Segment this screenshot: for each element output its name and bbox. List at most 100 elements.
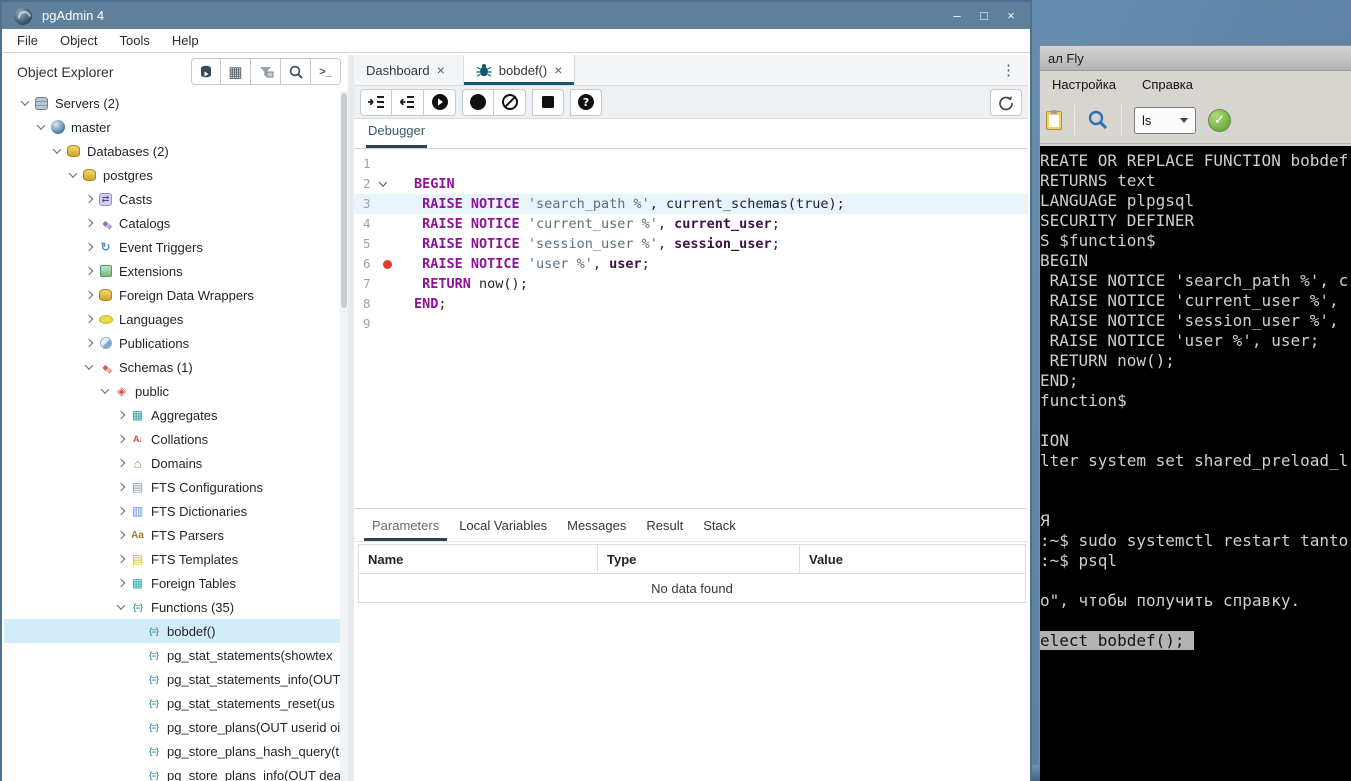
tree-item-fts-templates[interactable]: ▤FTS Templates: [4, 547, 340, 571]
tree-item-casts[interactable]: ⇄Casts: [4, 187, 340, 211]
code-line-6[interactable]: 6 RAISE NOTICE 'user %', user;: [354, 254, 1028, 274]
chevron-right-icon[interactable]: [116, 531, 124, 539]
clipboard-icon[interactable]: [1046, 111, 1062, 130]
stop-icon[interactable]: [532, 89, 564, 116]
tree-item-fts-configurations[interactable]: ▤FTS Configurations: [4, 475, 340, 499]
tree-scrollbar[interactable]: [340, 91, 348, 781]
column-header-name[interactable]: Name: [359, 545, 597, 573]
terminal-menu-settings[interactable]: Настройка: [1052, 77, 1116, 92]
code-line-7[interactable]: 7 RETURN now();: [354, 274, 1028, 294]
tab-dashboard[interactable]: Dashboard ×: [354, 55, 457, 85]
chevron-down-icon[interactable]: [68, 169, 76, 177]
tree-item-bobdef[interactable]: {≡}bobdef(): [4, 619, 340, 643]
editor-gutter[interactable]: 7: [354, 274, 414, 294]
tree-item-pg-stat-statements-showtex[interactable]: {≡}pg_stat_statements(showtex: [4, 643, 340, 667]
kebab-menu-icon[interactable]: ⋮: [989, 55, 1028, 85]
fold-chevron-icon[interactable]: [376, 181, 390, 187]
tree-item-extensions[interactable]: Extensions: [4, 259, 340, 283]
breakpoint-icon[interactable]: [383, 260, 392, 269]
editor-gutter[interactable]: 8: [354, 294, 414, 314]
tree-item-aggregates[interactable]: ▦Aggregates: [4, 403, 340, 427]
editor-gutter[interactable]: 6: [354, 254, 414, 274]
maximize-button[interactable]: □: [975, 7, 993, 25]
tab-bobdef-debugger[interactable]: bobdef() ×: [463, 55, 576, 85]
editor-gutter[interactable]: 5: [354, 234, 414, 254]
chevron-right-icon[interactable]: [116, 483, 124, 491]
terminal-titlebar[interactable]: ал Fly: [1040, 46, 1351, 71]
tree-item-languages[interactable]: Languages: [4, 307, 340, 331]
column-header-type[interactable]: Type: [597, 545, 799, 573]
step-over-icon[interactable]: [392, 89, 424, 116]
tree-scrollbar-thumb[interactable]: [341, 93, 347, 308]
tab-stack[interactable]: Stack: [695, 511, 744, 541]
tab-debugger[interactable]: Debugger: [366, 117, 427, 148]
chevron-down-icon[interactable]: [52, 145, 60, 153]
code-line-8[interactable]: 8END;: [354, 294, 1028, 314]
chevron-right-icon[interactable]: [84, 219, 92, 227]
help-icon[interactable]: ?: [570, 89, 602, 116]
query-tool-icon[interactable]: [191, 58, 221, 85]
tab-parameters[interactable]: Parameters: [364, 511, 447, 541]
tree-item-foreign-tables[interactable]: ▦Foreign Tables: [4, 571, 340, 595]
tree-item-pg-stat-statements-info-out[interactable]: {≡}pg_stat_statements_info(OUT: [4, 667, 340, 691]
tree-item-collations[interactable]: A↓Collations: [4, 427, 340, 451]
tree-item-pg-store-plans-out-userid-oi[interactable]: {≡}pg_store_plans(OUT userid oi: [4, 715, 340, 739]
search-icon[interactable]: [1087, 109, 1109, 131]
code-line-2[interactable]: 2BEGIN: [354, 174, 1028, 194]
tab-local-variables[interactable]: Local Variables: [451, 511, 555, 541]
chevron-right-icon[interactable]: [116, 459, 124, 467]
close-button[interactable]: ×: [1002, 7, 1020, 25]
toggle-breakpoint-icon[interactable]: [462, 89, 494, 116]
menu-file[interactable]: File: [17, 33, 38, 48]
chevron-right-icon[interactable]: [84, 195, 92, 203]
command-select[interactable]: ls: [1134, 107, 1196, 134]
code-line-1[interactable]: 1: [354, 154, 1028, 174]
chevron-right-icon[interactable]: [84, 291, 92, 299]
reset-layout-icon[interactable]: [990, 89, 1022, 116]
tree-item-publications[interactable]: Publications: [4, 331, 340, 355]
chevron-down-icon[interactable]: [116, 601, 124, 609]
search-objects-icon[interactable]: [281, 58, 311, 85]
chevron-right-icon[interactable]: [116, 555, 124, 563]
chevron-right-icon[interactable]: [84, 315, 92, 323]
chevron-right-icon[interactable]: [116, 507, 124, 515]
tree-item-foreign-data-wrappers[interactable]: Foreign Data Wrappers: [4, 283, 340, 307]
tree-item-event-triggers[interactable]: ↻Event Triggers: [4, 235, 340, 259]
clear-breakpoints-icon[interactable]: [494, 89, 526, 116]
chevron-right-icon[interactable]: [84, 267, 92, 275]
menu-help[interactable]: Help: [172, 33, 199, 48]
chevron-down-icon[interactable]: [84, 361, 92, 369]
chevron-right-icon[interactable]: [116, 435, 124, 443]
code-line-3[interactable]: 3 RAISE NOTICE 'search_path %', current_…: [354, 194, 1028, 214]
editor-gutter[interactable]: 4: [354, 214, 414, 234]
debugger-code-editor[interactable]: 12BEGIN3 RAISE NOTICE 'search_path %', c…: [354, 149, 1028, 455]
continue-icon[interactable]: [424, 89, 456, 116]
tree-item-master[interactable]: master: [4, 115, 340, 139]
tab-messages[interactable]: Messages: [559, 511, 634, 541]
tree-item-schemas-1[interactable]: ◆Schemas (1): [4, 355, 340, 379]
tree-item-pg-store-plans-info-out-dea[interactable]: {≡}pg_store_plans_info(OUT dea: [4, 763, 340, 781]
minimize-button[interactable]: –: [948, 7, 966, 25]
tree-item-pg-stat-statements-reset-us[interactable]: {≡}pg_stat_statements_reset(us: [4, 691, 340, 715]
run-command-button[interactable]: ✓: [1208, 109, 1231, 132]
tree-item-databases-2[interactable]: Databases (2): [4, 139, 340, 163]
tree-item-fts-parsers[interactable]: AaFTS Parsers: [4, 523, 340, 547]
view-data-icon[interactable]: ▦: [221, 58, 251, 85]
tree-item-public[interactable]: ◈public: [4, 379, 340, 403]
chevron-down-icon[interactable]: [36, 121, 44, 129]
editor-gutter[interactable]: 2: [354, 174, 414, 194]
window-titlebar[interactable]: pgAdmin 4 – □ ×: [2, 2, 1030, 29]
column-header-value[interactable]: Value: [799, 545, 1025, 573]
tree-item-fts-dictionaries[interactable]: ▥FTS Dictionaries: [4, 499, 340, 523]
code-line-5[interactable]: 5 RAISE NOTICE 'session_user %', session…: [354, 234, 1028, 254]
editor-gutter[interactable]: 3: [354, 194, 414, 214]
psql-tool-icon[interactable]: >_: [311, 58, 341, 85]
chevron-right-icon[interactable]: [84, 339, 92, 347]
menu-tools[interactable]: Tools: [120, 33, 150, 48]
chevron-right-icon[interactable]: [116, 411, 124, 419]
chevron-down-icon[interactable]: [20, 97, 28, 105]
close-tab-icon[interactable]: ×: [554, 62, 562, 78]
terminal-menu-help[interactable]: Справка: [1142, 77, 1193, 92]
close-tab-icon[interactable]: ×: [437, 62, 445, 78]
editor-gutter[interactable]: 1: [354, 154, 414, 174]
